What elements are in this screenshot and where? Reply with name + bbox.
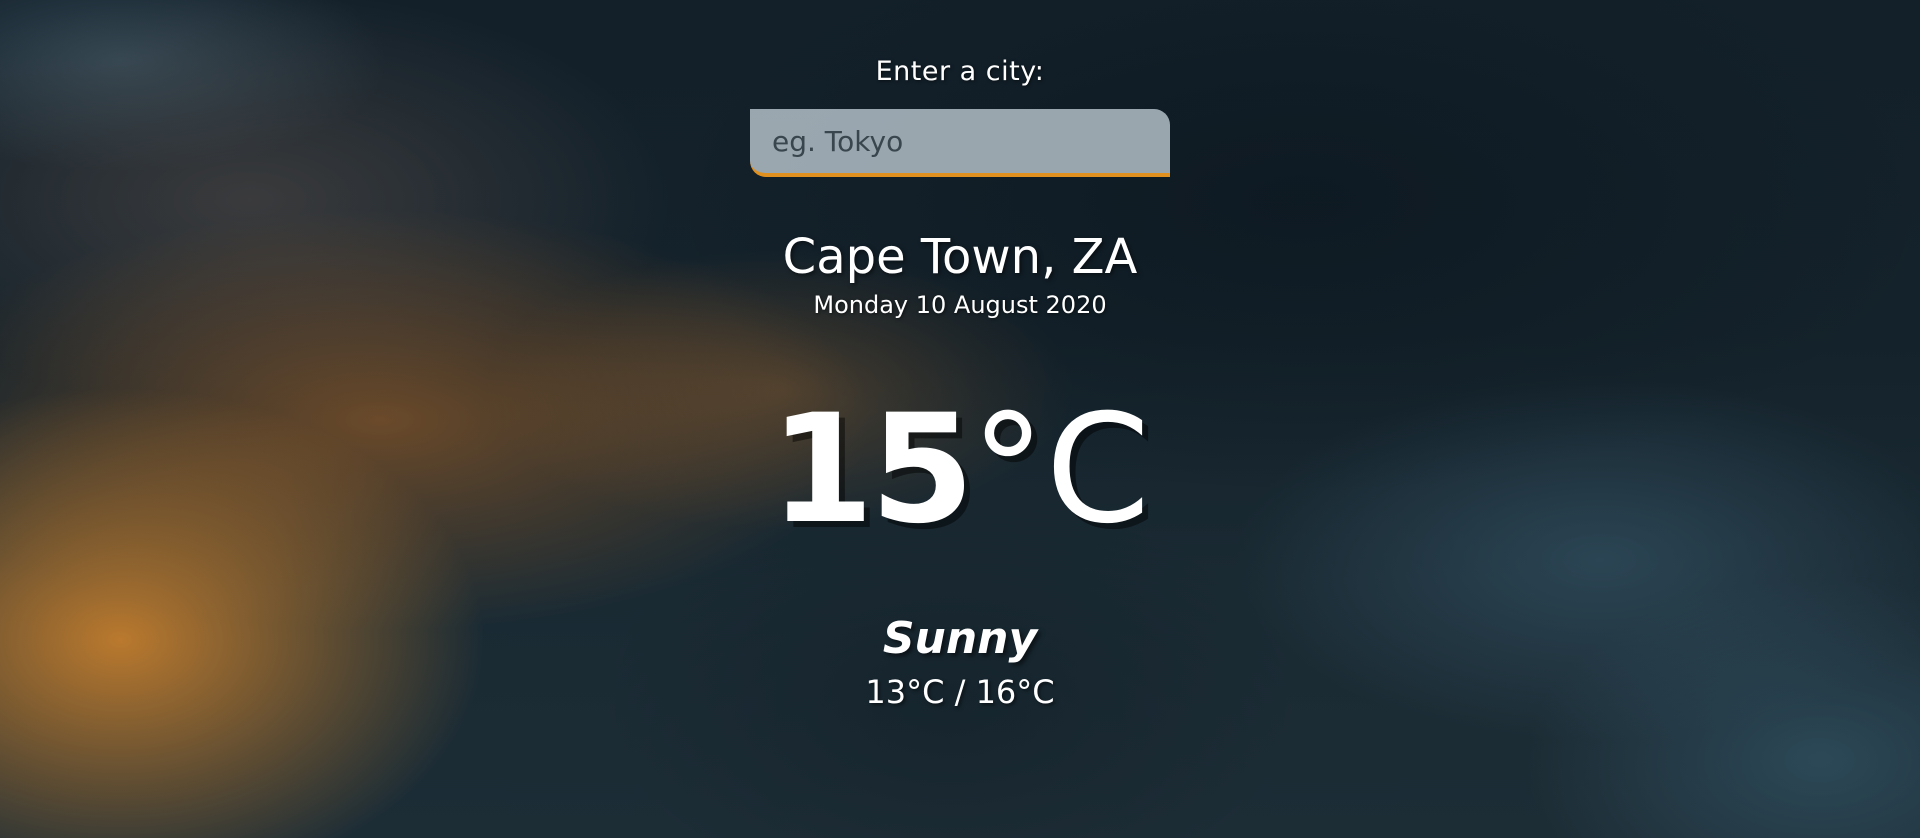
- weather-condition: Sunny: [882, 613, 1038, 664]
- current-temperature: 15°C: [770, 395, 1151, 545]
- location-name: Cape Town, ZA: [782, 229, 1138, 285]
- temperature-value: 15: [769, 383, 975, 557]
- weather-app: Enter a city: Cape Town, ZA Monday 10 Au…: [0, 0, 1920, 838]
- current-date: Monday 10 August 2020: [813, 291, 1107, 319]
- city-search-input[interactable]: [750, 109, 1170, 177]
- temperature-unit: °C: [970, 383, 1151, 557]
- min-max-temperature: 13°C / 16°C: [865, 673, 1055, 711]
- city-input-label: Enter a city:: [875, 56, 1045, 87]
